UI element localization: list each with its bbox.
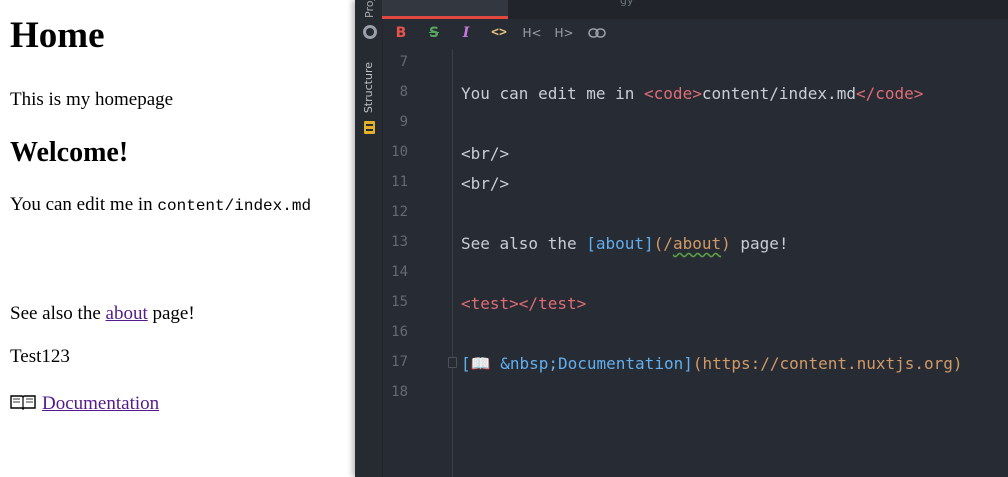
- line-number: 14: [391, 264, 408, 280]
- line-number: 11: [391, 174, 408, 190]
- code-line[interactable]: 12: [355, 198, 1008, 228]
- see-suffix: page!: [147, 303, 195, 324]
- line-number: 16: [391, 324, 408, 340]
- code-token: [about]: [586, 234, 654, 253]
- bold-button[interactable]: B: [389, 22, 413, 44]
- code-text: You can edit me in <code>content/index.m…: [461, 84, 923, 103]
- edit-text: You can edit me in: [10, 194, 158, 215]
- welcome-heading: Welcome!: [10, 137, 129, 168]
- see-prefix: See also the: [10, 303, 106, 324]
- code-token: content/index.md: [701, 84, 856, 103]
- header-increase-button[interactable]: H>: [552, 22, 576, 44]
- line-number: 7: [399, 54, 408, 70]
- project-tool-button[interactable]: Project: [363, 0, 376, 18]
- code-line[interactable]: 18: [355, 378, 1008, 408]
- edit-paragraph: You can edit me in content/index.md: [10, 193, 311, 218]
- code-token: </code>: [855, 84, 924, 103]
- code-token: ): [721, 234, 731, 253]
- code-text: See also the [about](/about) page!: [461, 234, 789, 253]
- documentation-link[interactable]: Documentation: [10, 393, 159, 414]
- code-line[interactable]: 15 <test></test>: [355, 288, 1008, 318]
- code-token: You can edit me in: [461, 84, 645, 103]
- rendered-page: Home This is my homepage Welcome! You ca…: [0, 0, 355, 477]
- test-component: Test123: [10, 346, 70, 367]
- line-number: 10: [391, 144, 408, 160]
- code-text: <test></test>: [461, 294, 586, 313]
- code-line[interactable]: 13 See also the [about](/about) page!: [355, 228, 1008, 258]
- editor-tab-bar: gy: [382, 0, 1008, 19]
- strikethrough-button[interactable]: S: [422, 22, 446, 44]
- code-line[interactable]: 11 <br/>: [355, 168, 1008, 198]
- markdown-toolbar: B S I <> H< H>: [355, 19, 1008, 49]
- active-editor-tab[interactable]: [382, 0, 508, 19]
- line-number: 18: [391, 384, 408, 400]
- code-token: </test>: [518, 294, 587, 313]
- code-token: about: [672, 234, 722, 253]
- code-line[interactable]: 8 You can edit me in <code>content/index.…: [355, 78, 1008, 108]
- line-number: 13: [391, 234, 408, 250]
- code-text: <br/>: [461, 144, 509, 163]
- header-decrease-button[interactable]: H<: [520, 22, 544, 44]
- markdown-editor[interactable]: Project Structure gy B S I <> H< H> 78Yo…: [355, 0, 1008, 477]
- insert-link-button[interactable]: [585, 22, 609, 44]
- code-token: (/: [653, 234, 673, 253]
- code-line[interactable]: 9: [355, 108, 1008, 138]
- code-token: <code>: [644, 84, 702, 103]
- code-line[interactable]: 16: [355, 318, 1008, 348]
- code-text: <br/>: [461, 174, 509, 193]
- code-line[interactable]: 17 [📖 &nbsp;Documentation](https://conten…: [355, 348, 1008, 378]
- code-token: [📖 &nbsp;Documentation]: [461, 354, 693, 373]
- about-link[interactable]: about: [106, 303, 148, 324]
- code-token: See also the: [461, 234, 587, 253]
- line-number: 8: [399, 84, 408, 100]
- see-also-paragraph: See also the about page!: [10, 302, 195, 326]
- code-text: [📖 &nbsp;Documentation](https://content.…: [461, 354, 963, 373]
- editor-tab-label[interactable]: gy: [620, 0, 634, 7]
- docs-paragraph: Documentation: [10, 392, 159, 416]
- code-token: (https://content.nuxtjs.org): [692, 354, 963, 373]
- link-icon: [588, 28, 606, 38]
- code-token: <br/>: [461, 174, 510, 193]
- line-number: 15: [391, 294, 408, 310]
- edit-code: content/index.md: [157, 197, 312, 215]
- code-token: page!: [730, 234, 789, 253]
- line-number: 17: [391, 354, 408, 370]
- line-number: 12: [391, 204, 408, 220]
- code-button[interactable]: <>: [487, 22, 511, 44]
- code-line[interactable]: 7: [355, 48, 1008, 78]
- intro-paragraph: This is my homepage: [10, 89, 174, 110]
- documentation-link-label: Documentation: [42, 393, 160, 414]
- markdown-logo-icon: [363, 25, 377, 39]
- code-line[interactable]: 14: [355, 258, 1008, 288]
- code-token: <br/>: [461, 144, 510, 163]
- open-book-icon: [10, 395, 36, 410]
- italic-button[interactable]: I: [454, 22, 478, 44]
- code-line[interactable]: 10 <br/>: [355, 138, 1008, 168]
- line-number: 9: [399, 114, 408, 130]
- page-heading: Home: [10, 15, 105, 56]
- code-token: <test>: [461, 294, 519, 313]
